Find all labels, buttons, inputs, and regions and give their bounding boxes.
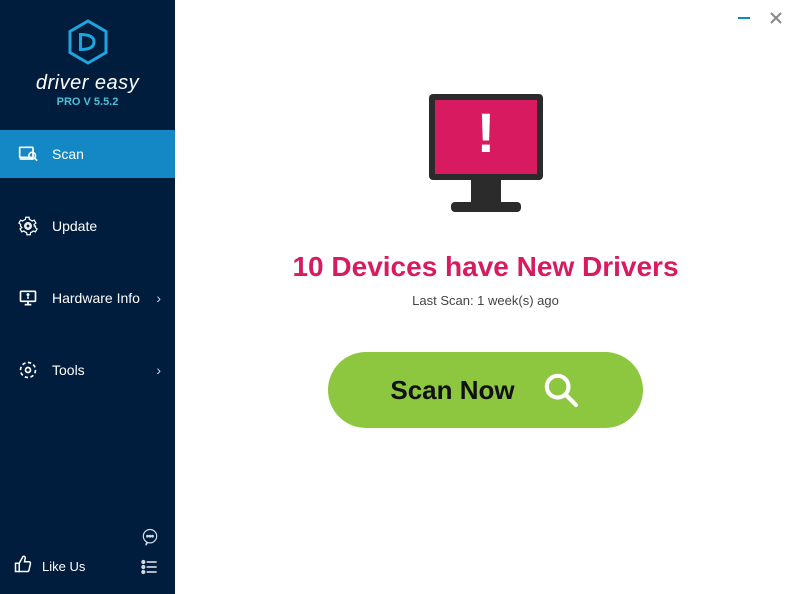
minimize-button[interactable] [734,8,754,28]
menu-button[interactable] [139,556,161,578]
chevron-right-icon: › [156,290,161,306]
brand-version: PRO V 5.5.2 [57,96,119,108]
app-window: driver easy PRO V 5.5.2 Scan [0,0,796,594]
thumbs-up-icon [14,555,32,578]
chevron-right-icon: › [156,362,161,378]
window-controls [734,8,786,28]
close-icon [769,11,783,25]
gear-icon [18,216,38,236]
tools-icon [18,360,38,380]
list-icon [140,557,160,577]
like-label: Like Us [42,559,85,574]
monitor-info-icon [18,288,38,308]
sidebar-item-label: Update [52,218,157,234]
sidebar-item-label: Scan [52,146,157,162]
speech-bubble-icon [140,527,160,547]
search-icon [541,370,581,410]
feedback-button[interactable] [139,526,161,548]
sidebar-item-label: Tools [52,362,157,378]
sidebar-nav: Scan Update Hardware I [0,130,175,516]
logo-area: driver easy PRO V 5.5.2 [0,0,175,124]
scan-button-label: Scan Now [390,375,514,406]
last-scan-text: Last Scan: 1 week(s) ago [412,293,559,308]
status-headline: 10 Devices have New Drivers [292,251,678,283]
alert-monitor-icon: ! [411,84,561,229]
sidebar-item-update[interactable]: Update [0,202,175,250]
like-us-button[interactable]: Like Us [14,555,85,578]
minimize-icon [737,11,751,25]
brand-name: driver easy [36,72,139,95]
sidebar-footer: Like Us [0,516,175,594]
sidebar-item-scan[interactable]: Scan [0,130,175,178]
sidebar-item-tools[interactable]: Tools › [0,346,175,394]
sidebar: driver easy PRO V 5.5.2 Scan [0,0,175,594]
close-button[interactable] [766,8,786,28]
logo-icon [64,18,112,66]
scan-now-button[interactable]: Scan Now [328,352,642,428]
scan-icon [18,144,38,164]
sidebar-item-label: Hardware Info [52,290,157,306]
sidebar-item-hardware-info[interactable]: Hardware Info › [0,274,175,322]
svg-text:!: ! [476,101,495,164]
main-content: ! 10 Devices have New Drivers Last Scan:… [175,0,796,594]
footer-icons [139,526,161,578]
